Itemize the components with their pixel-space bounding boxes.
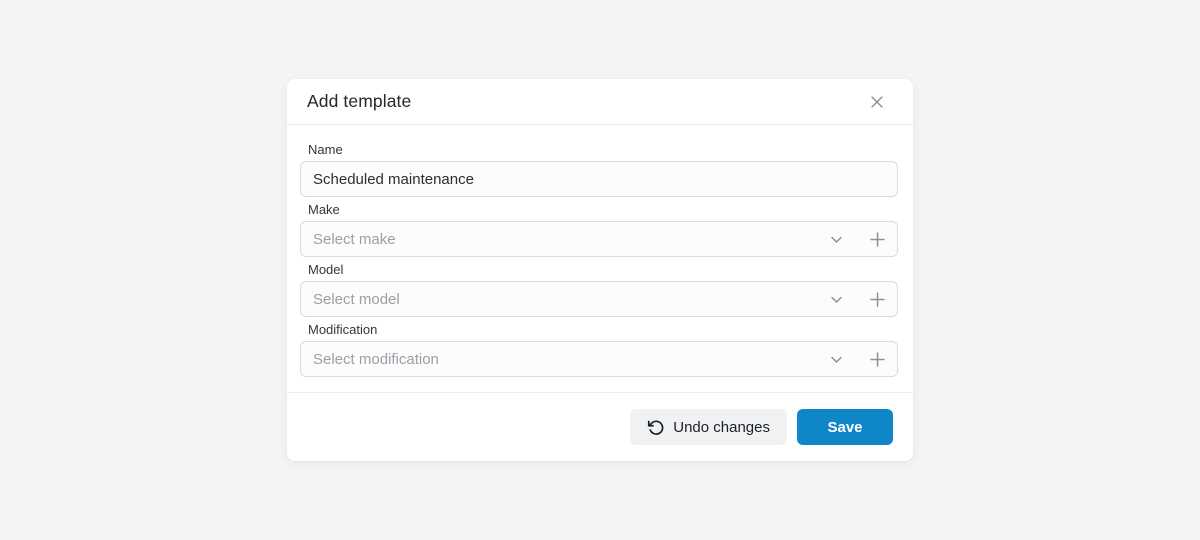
make-field-group: Make Select make bbox=[300, 203, 898, 257]
model-select-icons bbox=[828, 291, 886, 308]
name-field-group: Name bbox=[300, 143, 898, 197]
model-select-placeholder: Select model bbox=[313, 291, 400, 308]
plus-icon[interactable] bbox=[869, 231, 886, 248]
chevron-down-icon[interactable] bbox=[828, 231, 845, 248]
modification-select-icons bbox=[828, 351, 886, 368]
model-select[interactable]: Select model bbox=[300, 281, 898, 317]
modification-select-placeholder: Select modification bbox=[313, 351, 439, 368]
undo-changes-button[interactable]: Undo changes bbox=[630, 409, 787, 445]
modal-body: Name Make Select make bbox=[287, 125, 913, 392]
add-template-modal: Add template Name Make Select make bbox=[287, 79, 913, 461]
close-icon bbox=[870, 95, 884, 109]
save-button[interactable]: Save bbox=[797, 409, 893, 445]
undo-arrow-icon bbox=[647, 419, 664, 436]
modal-header: Add template bbox=[287, 79, 913, 125]
make-select[interactable]: Select make bbox=[300, 221, 898, 257]
model-field-group: Model Select model bbox=[300, 263, 898, 317]
name-field-label: Name bbox=[308, 143, 898, 156]
make-select-icons bbox=[828, 231, 886, 248]
modal-footer: Undo changes Save bbox=[287, 392, 913, 461]
close-button[interactable] bbox=[866, 91, 888, 113]
chevron-down-icon[interactable] bbox=[828, 291, 845, 308]
modification-field-group: Modification Select modification bbox=[300, 323, 898, 377]
model-field-label: Model bbox=[308, 263, 898, 276]
undo-changes-label: Undo changes bbox=[673, 419, 770, 436]
modification-select[interactable]: Select modification bbox=[300, 341, 898, 377]
plus-icon[interactable] bbox=[869, 351, 886, 368]
name-input[interactable] bbox=[300, 161, 898, 197]
modal-title: Add template bbox=[307, 91, 411, 112]
make-field-label: Make bbox=[308, 203, 898, 216]
chevron-down-icon[interactable] bbox=[828, 351, 845, 368]
modification-field-label: Modification bbox=[308, 323, 898, 336]
plus-icon[interactable] bbox=[869, 291, 886, 308]
make-select-placeholder: Select make bbox=[313, 231, 396, 248]
